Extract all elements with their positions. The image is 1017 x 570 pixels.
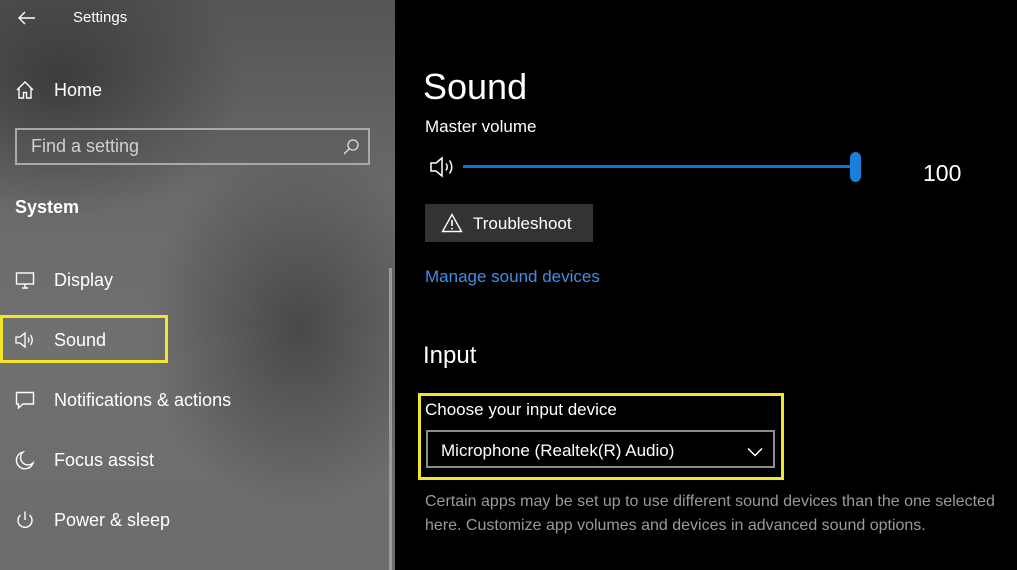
troubleshoot-button[interactable]: Troubleshoot	[425, 204, 593, 242]
master-volume-slider-thumb[interactable]	[850, 152, 861, 182]
main-content: Sound Master volume 100 Troubleshoot Man…	[395, 0, 1017, 570]
sidebar-item-focus-assist[interactable]: Focus assist	[0, 440, 395, 480]
notifications-icon	[14, 389, 36, 411]
input-description: Certain apps may be set up to use differ…	[425, 493, 995, 534]
sidebar-item-label: Power & sleep	[54, 509, 171, 530]
sidebar-item-home[interactable]: Home	[0, 70, 395, 110]
sidebar-item-display[interactable]: Display	[0, 260, 395, 300]
sidebar-item-power-sleep[interactable]: Power & sleep	[0, 500, 395, 540]
sidebar-item-notifications[interactable]: Notifications & actions	[0, 380, 395, 420]
back-arrow-icon	[18, 11, 35, 25]
power-icon	[14, 509, 36, 531]
page-title: Sound	[423, 66, 528, 107]
search-icon[interactable]	[342, 138, 360, 156]
volume-icon	[429, 154, 459, 180]
display-icon	[14, 269, 36, 291]
input-device-label: Choose your input device	[425, 400, 617, 419]
manage-sound-devices-link[interactable]: Manage sound devices	[425, 267, 600, 287]
search-input[interactable]	[17, 130, 337, 163]
sidebar-item-label: Home	[54, 79, 103, 100]
master-volume-label: Master volume	[425, 117, 537, 136]
input-device-dropdown[interactable]: Microphone (Realtek(R) Audio)	[426, 430, 775, 468]
sidebar-scrollbar[interactable]	[389, 268, 392, 570]
input-section-heading: Input	[423, 342, 477, 369]
input-device-value: Microphone (Realtek(R) Audio)	[441, 441, 675, 460]
back-button[interactable]	[14, 6, 40, 30]
chevron-down-icon	[747, 444, 763, 457]
moon-icon	[14, 449, 36, 471]
sidebar-item-label: Display	[54, 269, 114, 290]
search-box[interactable]	[15, 128, 370, 165]
sidebar-item-label: Notifications & actions	[54, 389, 232, 410]
sidebar-item-label: Focus assist	[54, 449, 155, 470]
sound-highlight-box	[0, 315, 168, 363]
warning-icon	[441, 213, 463, 233]
section-label-system: System	[15, 197, 80, 217]
master-volume-slider[interactable]	[463, 165, 856, 168]
troubleshoot-label: Troubleshoot	[473, 214, 572, 233]
window-title: Settings	[73, 9, 128, 26]
master-volume-value: 100	[923, 160, 962, 186]
home-icon	[14, 79, 36, 101]
sidebar: Settings Home System Display	[0, 0, 395, 570]
